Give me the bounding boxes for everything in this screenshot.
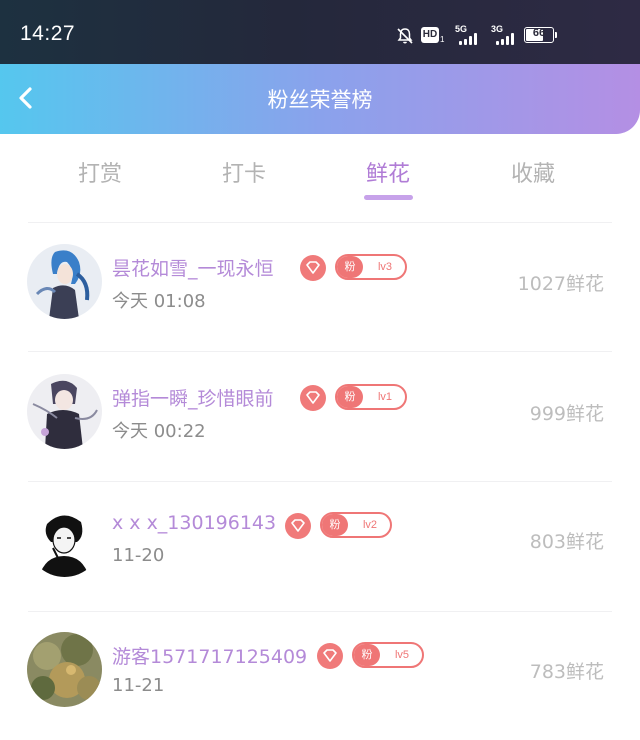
list-item[interactable]: 昙花如雪_一现永恒 粉 lv3 今天 01:08 1027鲜花 <box>0 222 640 350</box>
fan-level-badge: 粉 lv2 <box>320 512 392 538</box>
mute-bell-icon <box>397 28 413 44</box>
fan-level: lv3 <box>377 261 393 273</box>
signal-3g-icon <box>496 33 514 45</box>
avatar <box>27 374 102 449</box>
fan-time: 今天 00:22 <box>112 421 206 442</box>
avatar <box>27 244 102 319</box>
fan-badge-prefix: 粉 <box>337 386 363 408</box>
tab-shoucang[interactable]: 收藏 <box>483 156 583 188</box>
fan-time: 11-21 <box>112 675 165 696</box>
anime-avatar-image <box>27 244 102 319</box>
hd-sub-label: 1 <box>440 35 445 44</box>
hd-icon: HD <box>421 27 439 43</box>
tab-bar: 打赏 打卡 鲜花 收藏 <box>0 150 640 206</box>
gem-badge-icon <box>317 643 343 669</box>
battery-level: 66 <box>532 27 546 39</box>
battery-icon: 66 <box>524 27 554 43</box>
list-item[interactable]: 弹指一瞬_珍惜眼前 粉 lv1 今天 00:22 999鲜花 <box>0 352 640 480</box>
status-bar: 14:27 HD 1 5G 3G 66 <box>0 0 640 64</box>
fan-amount: 999鲜花 <box>529 403 604 425</box>
tab-xianhua[interactable]: 鲜花 <box>338 156 438 188</box>
anime-avatar-image <box>27 374 102 449</box>
battery-cap <box>555 32 557 38</box>
fan-amount: 1027鲜花 <box>517 273 604 295</box>
tab-dashang[interactable]: 打赏 <box>50 156 150 188</box>
status-time: 14:27 <box>20 22 76 45</box>
gem-badge-icon <box>285 513 311 539</box>
header-bar: 粉丝荣誉榜 <box>0 64 640 134</box>
avatar <box>27 502 102 577</box>
fan-badge-prefix: 粉 <box>354 644 380 666</box>
fan-level-badge: 粉 lv3 <box>335 254 407 280</box>
fan-level: lv1 <box>377 391 393 403</box>
fan-time: 11-20 <box>112 545 165 566</box>
fan-amount: 783鲜花 <box>529 661 604 683</box>
fan-level-badge: 粉 lv5 <box>352 642 424 668</box>
list-item[interactable]: x x x_130196143 粉 lv2 11-20 803鲜花 <box>0 482 640 610</box>
tab-daka[interactable]: 打卡 <box>194 156 294 188</box>
fan-time: 今天 01:08 <box>112 291 206 312</box>
sketch-avatar-image <box>27 502 102 577</box>
page-title: 粉丝荣誉榜 <box>267 88 373 112</box>
fan-badge-prefix: 粉 <box>322 514 348 536</box>
gem-badge-icon <box>300 385 326 411</box>
fan-name: x x x_130196143 <box>112 512 277 534</box>
fan-name: 昙花如雪_一现永恒 <box>112 258 274 280</box>
fan-level-badge: 粉 lv1 <box>335 384 407 410</box>
gem-badge-icon <box>300 255 326 281</box>
fan-amount: 803鲜花 <box>529 531 604 553</box>
signal-5g-icon <box>459 33 477 45</box>
active-tab-indicator <box>364 195 413 200</box>
avatar <box>27 632 102 707</box>
fan-name: 弹指一瞬_珍惜眼前 <box>112 388 274 410</box>
fan-level: lv2 <box>362 519 378 531</box>
fan-badge-prefix: 粉 <box>337 256 363 278</box>
list-item[interactable]: 游客1571717125409 粉 lv5 11-21 783鲜花 <box>0 612 640 740</box>
fan-name: 游客1571717125409 <box>112 646 308 668</box>
plant-photo-image <box>27 632 102 707</box>
fan-level: lv5 <box>394 649 410 661</box>
